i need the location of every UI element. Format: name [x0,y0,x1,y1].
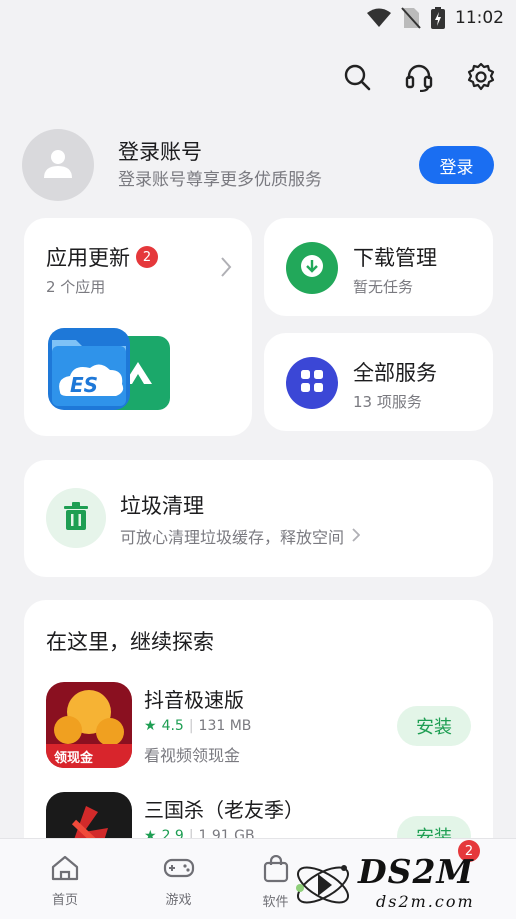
star-icon: ★ [144,718,157,734]
list-item[interactable]: 领现金 抖音极速版 ★ 4.5 | 131 MB 看视频领现金 安装 [46,682,471,772]
trash-icon [62,501,90,535]
app-meta: ★ 4.5 | 131 MB [144,718,251,734]
user-icon [40,145,76,185]
app-size: 131 MB [198,718,252,734]
chevron-right-icon [352,527,361,546]
watermark-logo-icon [292,854,354,919]
download-circle [286,242,338,294]
app-name: 三国杀（老友季） [144,798,304,822]
watermark-subtext: ds2m.com [376,892,475,911]
app-icon-caption: 领现金 [54,750,94,766]
settings-button[interactable] [464,62,498,96]
nav-item-games[interactable]: 游戏 [130,839,227,919]
watermark-text: DS2M [358,852,474,891]
junk-cleanup-subtitle: 可放心清理垃圾缓存，释放空间 [120,528,345,547]
gear-icon [466,62,496,96]
app-rating: 4.5 [161,718,184,734]
customer-service-button[interactable] [402,62,436,96]
junk-cleanup-card[interactable]: 垃圾清理 可放心清理垃圾缓存，释放空间 [24,460,493,577]
download-management-card[interactable]: 下载管理 暂无任务 [264,218,493,316]
chevron-right-icon [220,256,232,282]
trash-circle [46,488,106,548]
account-title: 登录账号 [118,140,202,164]
meta-divider: | [188,718,194,734]
home-icon [51,855,79,885]
all-services-card[interactable]: 全部服务 13 项服务 [264,333,493,431]
no-sim-icon [401,7,421,29]
updates-count-badge: 2 [136,246,158,268]
services-circle [286,357,338,409]
watermark: DS2M ds2m.com [292,850,508,916]
bag-icon [263,854,289,887]
grid-icon [300,369,324,397]
es-file-explorer-icon: ES [46,326,132,412]
nav-label-games: 游戏 [165,893,192,908]
junk-cleanup-title: 垃圾清理 [120,494,204,518]
svg-text:ES: ES [70,373,98,397]
install-button[interactable]: 安装 [397,706,471,746]
search-button[interactable] [340,62,374,96]
nav-item-home[interactable]: 首页 [0,839,130,919]
nav-label-software: 软件 [262,895,289,910]
gamepad-icon [163,855,195,885]
app-updates-card[interactable]: 应用更新 2 2 个应用 ES [24,218,252,436]
account-section[interactable]: 登录账号 登录账号尊享更多优质服务 登录 [22,128,494,202]
account-subtitle: 登录账号尊享更多优质服务 [118,170,322,190]
douyin-lite-app-icon: 领现金 [46,682,132,768]
download-management-title: 下载管理 [353,246,437,270]
battery-charging-icon [431,7,445,29]
top-toolbar [340,62,498,96]
app-updates-title: 应用更新 [46,246,130,270]
download-management-subtitle: 暂无任务 [353,278,414,296]
app-name: 抖音极速版 [144,688,244,712]
login-button[interactable]: 登录 [419,146,494,184]
download-icon [298,252,326,284]
wifi-icon [367,8,391,28]
all-services-title: 全部服务 [353,361,437,385]
clock: 11:02 [455,8,504,28]
search-icon [343,63,371,95]
explore-title: 在这里，继续探索 [46,630,214,654]
headset-icon [405,62,433,96]
avatar[interactable] [22,129,94,201]
app-description: 看视频领现金 [144,746,241,765]
all-services-subtitle: 13 项服务 [353,393,422,411]
nav-label-home: 首页 [51,893,78,908]
app-updates-subtitle: 2 个应用 [46,278,106,296]
status-bar: 11:02 [0,0,516,36]
